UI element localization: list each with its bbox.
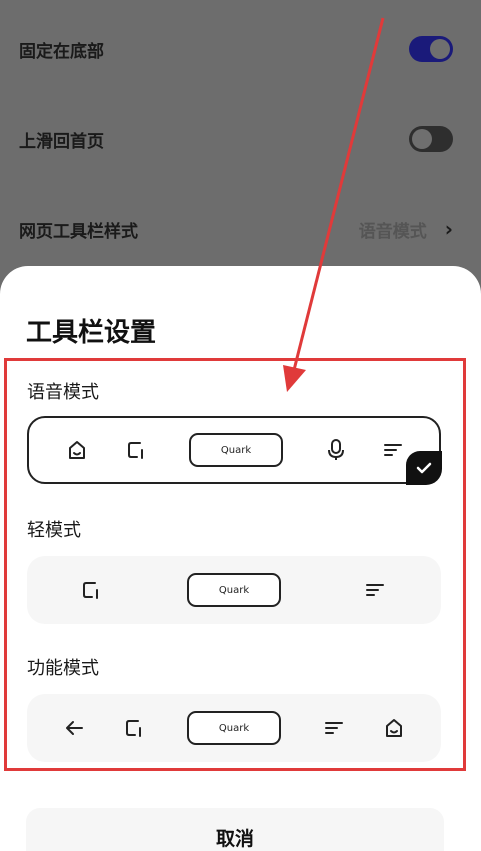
swipe-home-toggle[interactable] [409, 126, 453, 152]
setting-label: 固定在底部 [19, 41, 104, 62]
pin-bottom-toggle[interactable] [409, 36, 453, 62]
toolbar-style-value: 语音模式 [358, 221, 427, 242]
sheet-title: 工具栏设置 [26, 318, 157, 348]
setting-label: 网页工具栏样式 [19, 221, 138, 242]
annotation-highlight-box [4, 358, 466, 771]
setting-row-pin-bottom[interactable]: 固定在底部 [19, 29, 453, 69]
chevron-right-icon: › [444, 217, 453, 241]
setting-label: 上滑回首页 [19, 131, 104, 152]
cancel-button[interactable]: 取消 [26, 808, 444, 851]
setting-row-toolbar-style[interactable]: 网页工具栏样式 语音模式 › [19, 209, 453, 249]
settings-background: 固定在底部 上滑回首页 网页工具栏样式 语音模式 › [0, 0, 481, 290]
setting-row-swipe-home[interactable]: 上滑回首页 [19, 119, 453, 159]
cancel-label: 取消 [215, 828, 254, 850]
